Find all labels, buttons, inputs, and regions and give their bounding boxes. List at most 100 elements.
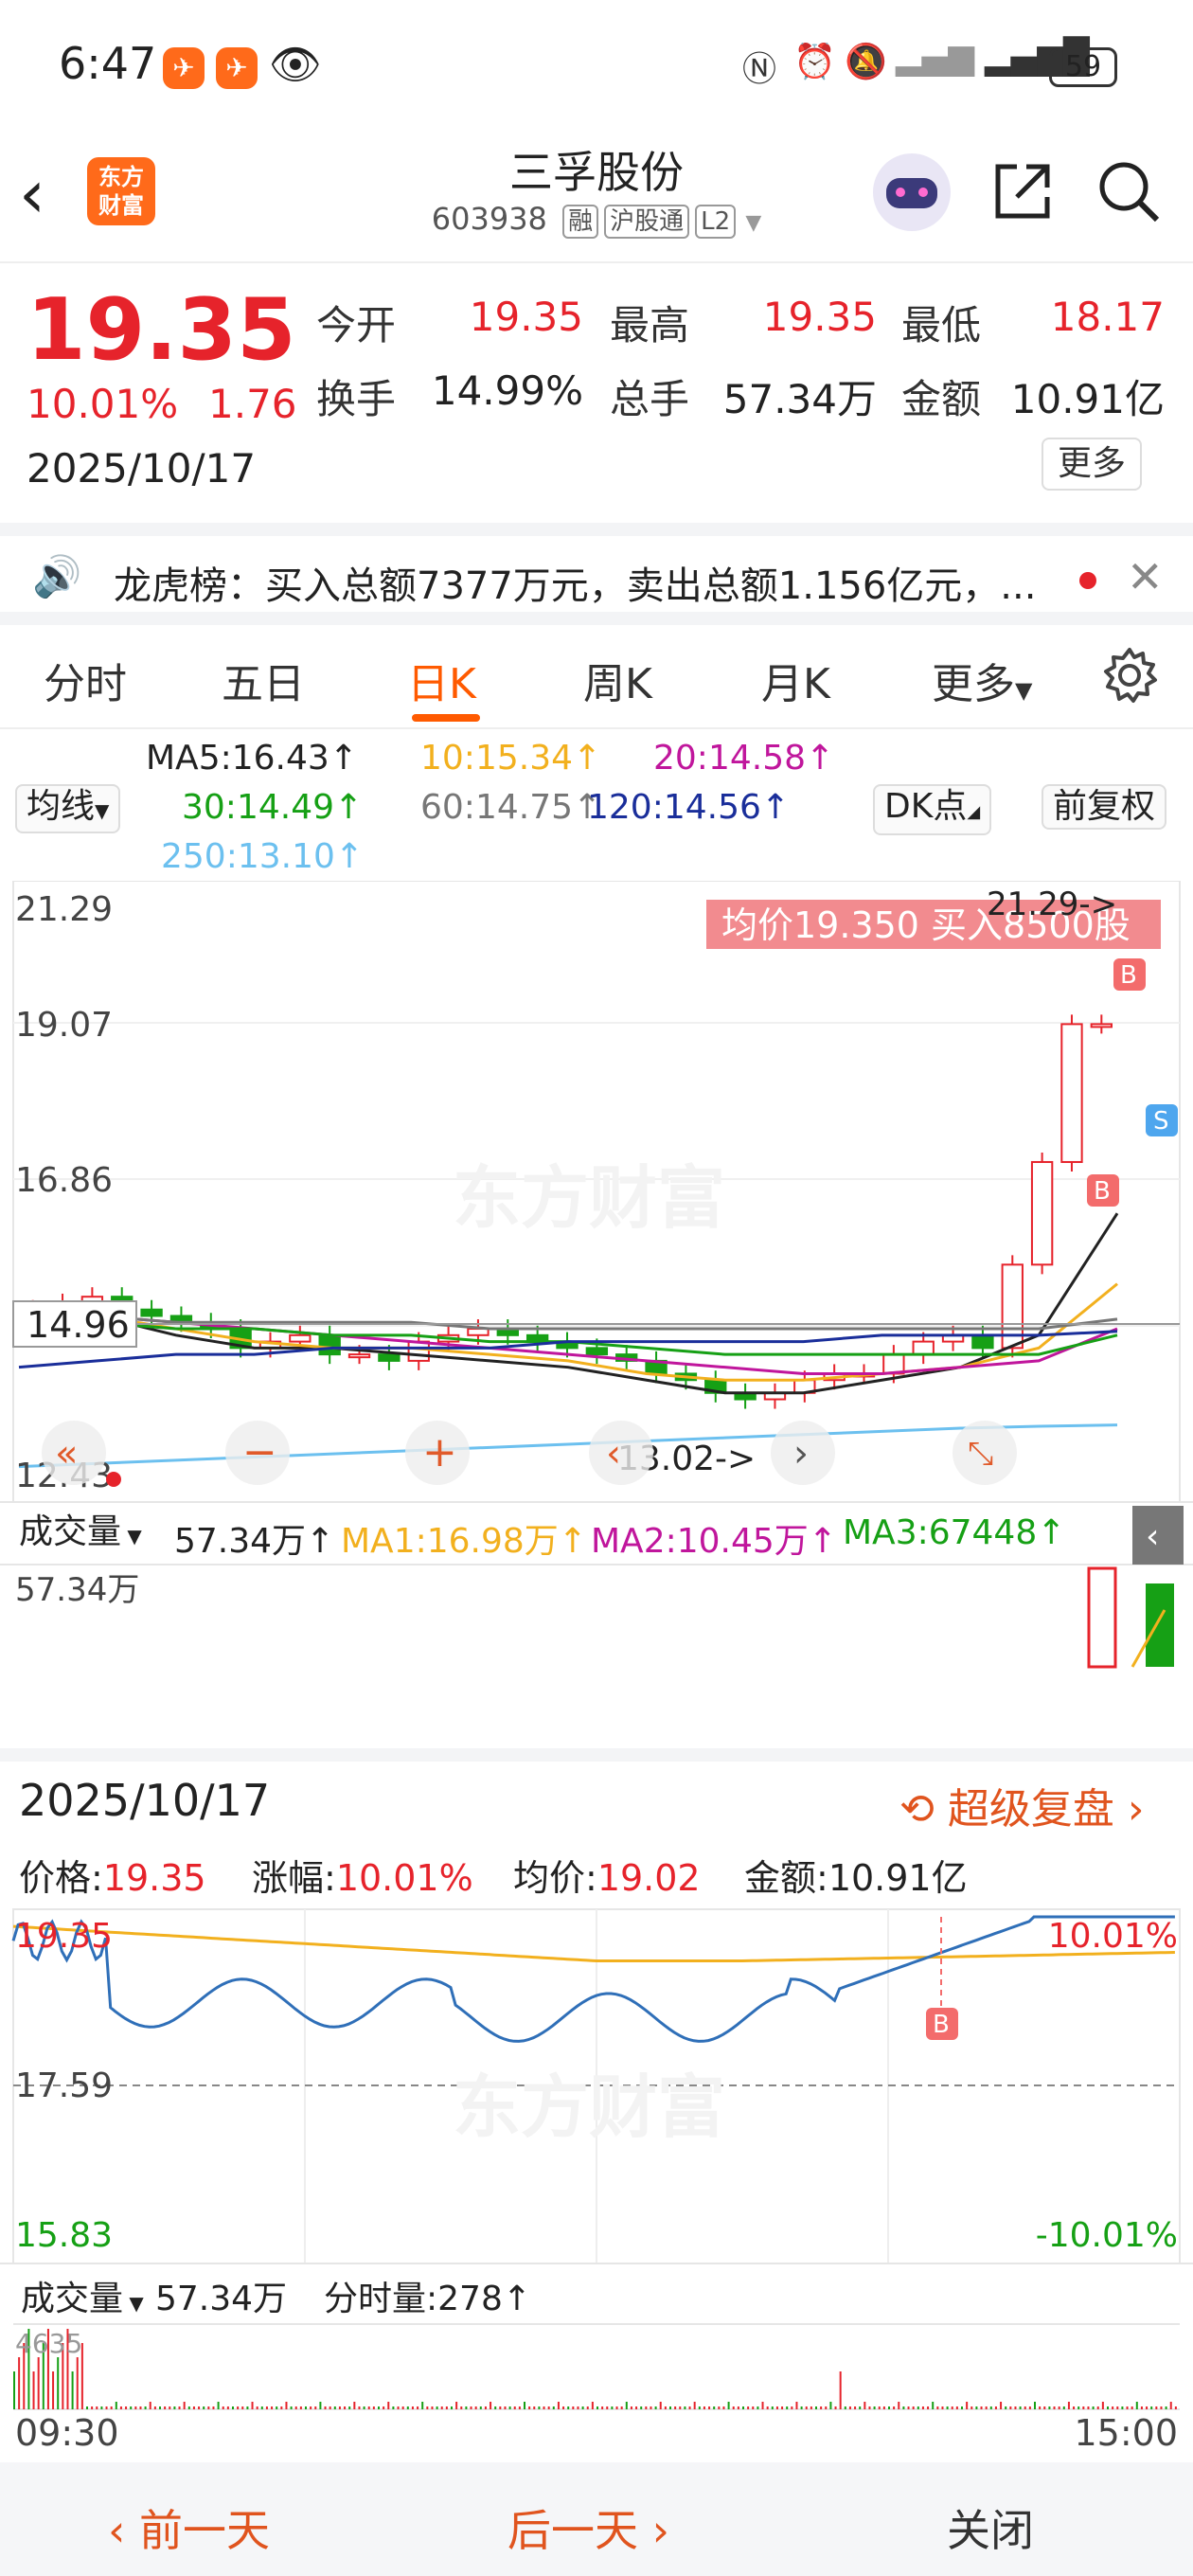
tick-volume-bar — [975, 2406, 978, 2409]
volume-ma1: MA1:16.98万↑ — [341, 1522, 587, 1561]
tick-volume-bar — [13, 2371, 15, 2409]
intraday-avg: 均价:19.02 — [513, 1849, 701, 1901]
tab-more[interactable]: 更多▼ — [932, 650, 1032, 710]
tick-volume-bar — [650, 2406, 652, 2409]
tick-volume-bar — [392, 2406, 395, 2409]
tick-volume-bar — [251, 2402, 254, 2409]
more-button[interactable]: 更多 — [1042, 438, 1142, 491]
search-icon[interactable] — [1095, 157, 1163, 225]
chevron-right-icon: › — [638, 2505, 670, 2556]
event-dot — [106, 1472, 121, 1487]
candle-body — [378, 1353, 401, 1362]
tick-volume-bar — [431, 2406, 434, 2409]
tick-volume-bar — [1039, 2406, 1042, 2409]
status-time: 6:47 — [59, 38, 157, 89]
tab-five-day[interactable]: 五日 — [222, 650, 305, 710]
prev-day-button[interactable]: ‹ 前一天 — [108, 2496, 270, 2559]
share-icon[interactable] — [988, 157, 1057, 225]
amount-label: 金额 — [901, 376, 982, 422]
candle-body — [407, 1340, 430, 1362]
tick-volume-bar — [237, 2406, 240, 2409]
news-text[interactable]: 龙虎榜：买入总额7377万元，卖出总额1.156亿元，... — [114, 555, 1036, 610]
label: 涨幅: — [252, 1857, 336, 1899]
tick-volume-bar — [1082, 2406, 1085, 2409]
tick-volume-bar — [217, 2402, 220, 2409]
ma-line — [18, 1423, 1118, 1469]
tick-volume-bar — [207, 2406, 210, 2409]
volume-label: 总手 — [610, 376, 690, 422]
tick-volume-bar — [848, 2406, 851, 2409]
turnover-label: 换手 — [316, 376, 397, 422]
tab-weekly-k[interactable]: 周K — [583, 650, 652, 710]
tick-volume-bar — [825, 2406, 828, 2409]
pct-bottom-label: -10.01% — [1036, 2216, 1178, 2255]
intraday-change: 涨幅:10.01% — [252, 1849, 473, 1901]
volume-value: 57.34万↑ — [174, 1522, 335, 1561]
intraday-volume-value: 57.34万 — [155, 2280, 288, 2318]
tick-volume-bar — [1126, 2406, 1129, 2409]
tick-volume-bar — [37, 2357, 40, 2409]
super-replay-button[interactable]: ⟲ 超级复盘 › — [899, 1775, 1144, 1835]
ma120-value: 120:14.56↑ — [587, 788, 791, 827]
tick-volume-bar — [57, 2357, 60, 2409]
candle-body — [1090, 1023, 1113, 1029]
tick-volume-bar — [465, 2406, 468, 2409]
turnover-value: 14.99% — [431, 367, 583, 414]
prev-day-label: 前一天 — [139, 2505, 271, 2556]
tab-monthly-k[interactable]: 月K — [761, 650, 830, 710]
app-notification-icon: ✈ — [216, 47, 258, 89]
volume-selector[interactable]: 成交量 ▼ — [9, 1512, 151, 1557]
tick-volume-bar — [966, 2402, 969, 2409]
next-day-button[interactable]: 后一天 › — [507, 2496, 669, 2559]
tick-volume-bar — [951, 2406, 953, 2409]
status-bar: 6:47 ✈ ✈ 👁 Ⓝ ⏰ 🔕 ▂▄▆ ▂▄▆█ 59 — [0, 0, 1193, 133]
close-icon[interactable]: ✕ — [1127, 551, 1164, 602]
settings-gear-icon[interactable] — [1100, 646, 1159, 705]
watermark: 东方财富 — [453, 2067, 725, 2147]
news-ticker[interactable]: 🔊 龙虎榜：买入总额7377万元，卖出总额1.156亿元，... ✕ — [0, 523, 1193, 625]
tick-volume-bar — [989, 2406, 992, 2409]
tick-volume-bar — [417, 2406, 419, 2409]
tick-volume-bar — [115, 2402, 117, 2409]
tick-volume-bar — [1024, 2406, 1026, 2409]
connect-tag: 沪股通 — [604, 205, 690, 239]
tick-volume-bar — [955, 2406, 958, 2409]
tick-volume-bar — [271, 2406, 274, 2409]
dropdown-icon: ▼ — [95, 799, 110, 822]
tab-intraday[interactable]: 分时 — [44, 650, 127, 710]
robot-assistant-icon[interactable] — [873, 153, 951, 231]
tick-volume-bar — [586, 2406, 589, 2409]
tick-volume-bar — [625, 2402, 628, 2409]
tick-volume-bar — [1107, 2406, 1109, 2409]
open-label: 今开 — [316, 302, 397, 349]
tick-volume-bar — [775, 2406, 778, 2409]
tick-volume-bar — [440, 2406, 443, 2409]
tick-volume-bar — [912, 2406, 915, 2409]
kline-chart[interactable]: 东方财富 21.29 19.07 16.86 12.43 14.96 均价19.… — [0, 881, 1193, 1828]
tick-volume-bar — [718, 2406, 721, 2409]
dropdown-icon[interactable]: ▼ — [745, 211, 761, 235]
margin-tag: 融 — [562, 205, 599, 239]
intraday-date: 2025/10/17 — [19, 1775, 271, 1826]
dk-point-toggle[interactable]: DK点◢ — [873, 784, 992, 835]
adjust-toggle[interactable]: 前复权 — [1042, 784, 1167, 830]
tick-volume-bar — [727, 2402, 730, 2409]
intraday-volume-selector[interactable]: 成交量 ▼ — [21, 2271, 144, 2320]
intraday-chart[interactable]: 东方财富 B 19.35 17.59 15.83 10.01% -10.01% … — [0, 1904, 1193, 2462]
candle-body — [1030, 1160, 1054, 1266]
ma-selector[interactable]: 均线▼ — [15, 784, 121, 833]
change-amount: 1.76 — [208, 381, 297, 427]
tick-volume-bar — [1053, 2406, 1056, 2409]
tab-daily-k[interactable]: 日K — [407, 650, 476, 710]
tick-volume-bar — [1048, 2406, 1051, 2409]
close-button[interactable]: 关闭 — [947, 2496, 1034, 2559]
tick-volume-bar — [280, 2406, 283, 2409]
tick-volume-bar — [226, 2406, 229, 2409]
tick-volume-bar — [134, 2406, 137, 2409]
tick-volume-bar — [615, 2406, 618, 2409]
tick-volume-bar — [494, 2406, 497, 2409]
tick-volume-bar — [737, 2406, 739, 2409]
ma20-value: 20:14.58↑ — [653, 739, 835, 778]
tick-volume-bar — [1092, 2406, 1095, 2409]
time-end: 15:00 — [1074, 2412, 1178, 2454]
